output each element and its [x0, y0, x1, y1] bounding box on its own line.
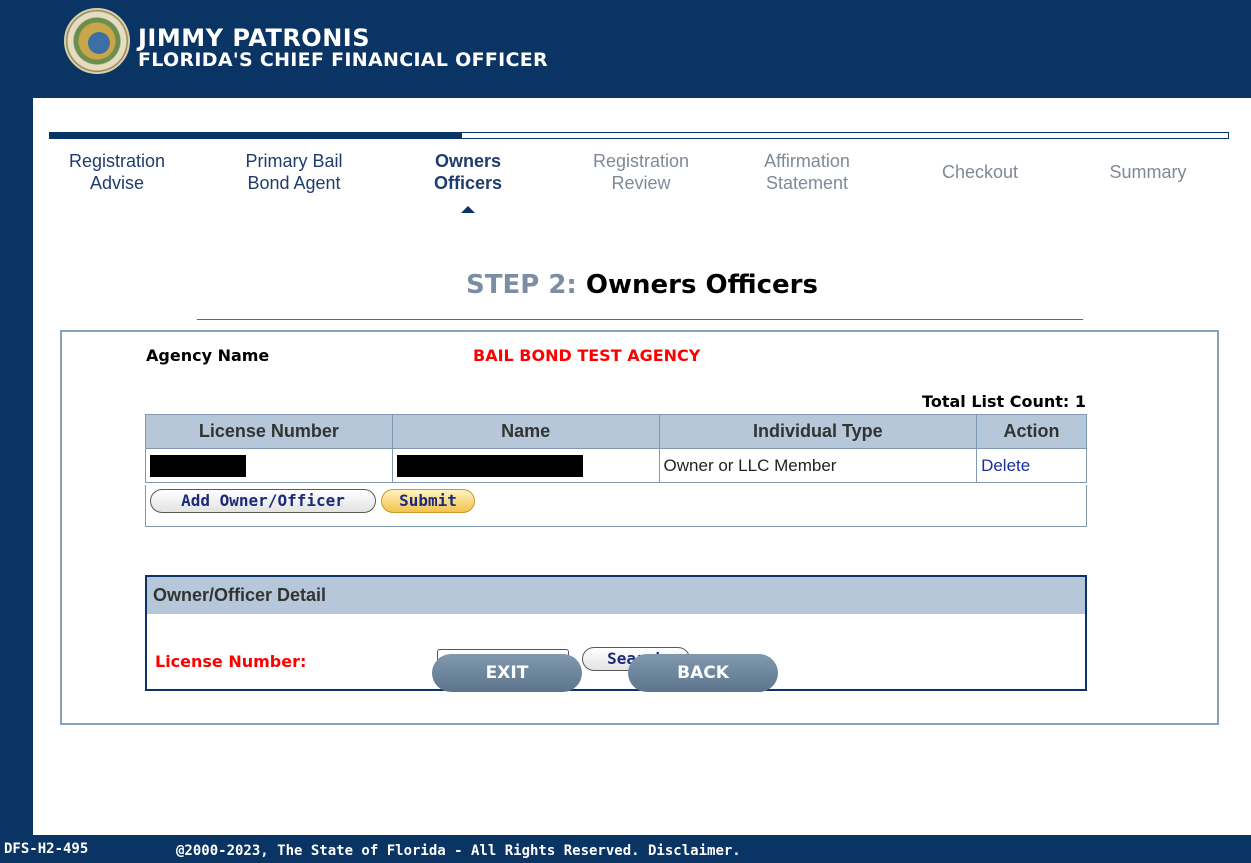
- progress-fill: [50, 133, 462, 138]
- state-seal-icon: [64, 8, 130, 74]
- cell-license-number: [145, 448, 393, 483]
- agency-name-value: BAIL BOND TEST AGENCY: [473, 346, 701, 365]
- step-affirmation-statement: Affirmation Statement: [764, 151, 850, 193]
- copyright-text[interactable]: @2000-2023, The State of Florida - All R…: [176, 843, 741, 859]
- license-number-label: License Number:: [155, 652, 307, 671]
- add-owner-officer-button[interactable]: Add Owner/Officer: [150, 489, 376, 513]
- detail-header: Owner/Officer Detail: [147, 577, 1085, 614]
- official-name: JIMMY PATRONIS: [138, 24, 371, 52]
- title-divider: [197, 319, 1083, 320]
- cell-action: Delete: [976, 448, 1087, 483]
- step-number-label: STEP 2:: [466, 270, 577, 300]
- step-registration-advise[interactable]: Registration Advise: [61, 150, 173, 194]
- cell-individual-type: Owner or LLC Member: [658, 448, 978, 483]
- total-list-count: Total List Count: 1: [922, 392, 1086, 411]
- page-code: DFS-H2-495: [4, 841, 89, 857]
- step-registration-review: Registration Review: [592, 151, 690, 193]
- step-summary: Summary: [1109, 162, 1187, 182]
- step-owners-officers[interactable]: Owners Officers: [423, 150, 513, 194]
- delete-link[interactable]: Delete: [981, 456, 1030, 475]
- step-title-text: Owners Officers: [585, 270, 818, 300]
- cell-name: [391, 448, 660, 483]
- owner-officer-detail: Owner/Officer Detail License Number: Sea…: [145, 575, 1087, 691]
- step-checkout: Checkout: [941, 162, 1019, 182]
- agency-name-label: Agency Name: [146, 346, 270, 365]
- back-button[interactable]: BACK: [628, 654, 778, 692]
- col-action: Action: [976, 414, 1087, 449]
- page-title: STEP 2: Owners Officers: [33, 270, 1251, 300]
- step-primary-bail-bond-agent[interactable]: Primary Bail Bond Agent: [229, 150, 359, 194]
- redacted-license: [150, 454, 246, 477]
- col-license-number: License Number: [145, 414, 393, 449]
- redacted-name: [396, 454, 583, 477]
- col-name: Name: [391, 414, 660, 449]
- submit-button[interactable]: Submit: [381, 489, 475, 513]
- current-step-arrow-icon: [461, 206, 475, 213]
- table-row: Owner or LLC Member Delete: [145, 448, 1087, 483]
- table-actions: Add Owner/Officer Submit: [145, 485, 1087, 527]
- exit-button[interactable]: EXIT: [432, 654, 582, 692]
- site-header: JIMMY PATRONIS FLORIDA'S CHIEF FINANCIAL…: [0, 0, 1251, 90]
- official-title: FLORIDA'S CHIEF FINANCIAL OFFICER: [138, 49, 548, 71]
- col-individual-type: Individual Type: [658, 414, 978, 449]
- progress-bar: [49, 132, 1229, 139]
- owners-table: License Number Name Individual Type Acti…: [145, 414, 1087, 483]
